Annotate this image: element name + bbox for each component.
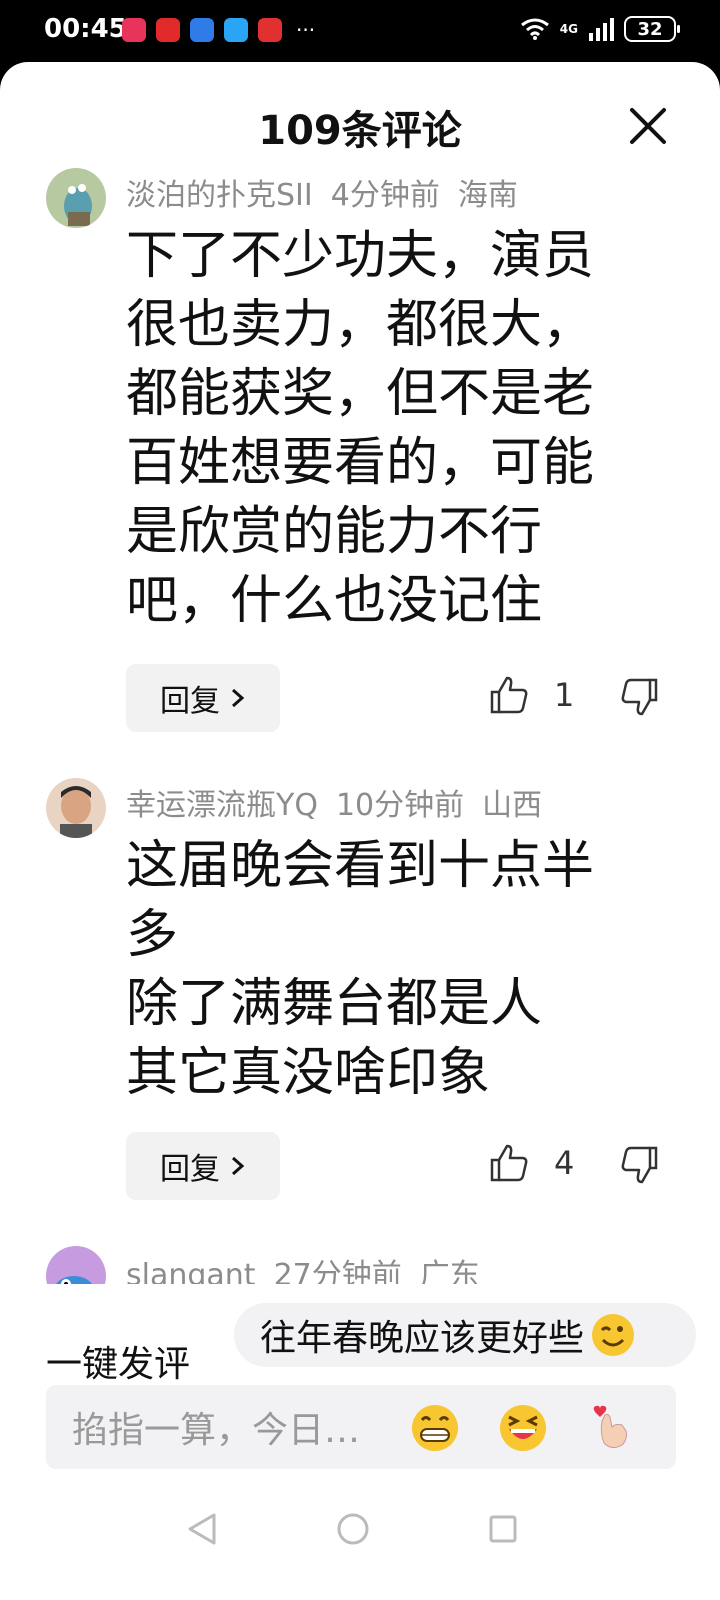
reply-button[interactable]: 回复: [126, 1132, 280, 1200]
battery-icon: 32: [624, 16, 680, 42]
reply-label: 回复: [160, 1152, 220, 1187]
quick-comment-text: 往年春晚应该更好些: [260, 1318, 585, 1359]
avatar[interactable]: [46, 778, 106, 838]
reply-button[interactable]: 回复: [126, 664, 280, 732]
thumbs-up-icon: [490, 1144, 528, 1182]
status-time: 00:45: [44, 14, 127, 44]
status-app-icons: ···: [122, 18, 315, 42]
thumbs-down-icon[interactable]: [612, 672, 660, 720]
battery-level: 32: [637, 18, 663, 40]
status-more-icon: ···: [296, 18, 316, 42]
comment-meta: 淡泊的扑克SII 4分钟前 海南: [126, 170, 536, 214]
thumbs-up-icon: [490, 676, 528, 714]
home-icon[interactable]: [336, 1512, 370, 1546]
avatar[interactable]: [46, 168, 106, 228]
like-count: 1: [554, 676, 575, 714]
comment-text: 这届晚会看到十点半 多 除了满舞台都是人 其它真没啥印象: [126, 836, 595, 1103]
quick-comment-label: 一键发评: [46, 1344, 191, 1385]
comment-meta: 幸运漂流瓶YQ 10分钟前 山西: [126, 780, 560, 824]
like-button[interactable]: 1: [488, 674, 574, 716]
comment-username[interactable]: 淡泊的扑克SII: [126, 178, 313, 213]
navigation-bar: [0, 1500, 720, 1600]
close-icon[interactable]: [626, 104, 670, 148]
notification-app-icon: [258, 18, 282, 42]
signal-icon: [589, 18, 614, 41]
like-button[interactable]: 4: [488, 1142, 574, 1184]
chevron-right-icon: [232, 688, 245, 708]
comment-text: 下了不少功夫，演员 很也卖力，都很大， 都能获奖，但不是老 百姓想要看的，可能 …: [126, 226, 595, 631]
comment-location: 山西: [482, 788, 543, 823]
sheet-title: 109条评论: [258, 108, 462, 154]
status-bar: 00:45 ··· 4G 32: [0, 0, 720, 64]
notification-app-icon: [190, 18, 214, 42]
notification-app-icon: [122, 18, 146, 42]
notification-app-icon: [224, 18, 248, 42]
chevron-right-icon: [232, 1156, 245, 1176]
back-icon[interactable]: [186, 1512, 218, 1546]
comment-input-placeholder: 掐指一算，今日…: [72, 1410, 361, 1451]
network-type: 4G: [559, 22, 578, 36]
grinning-face-icon[interactable]: [410, 1403, 460, 1453]
laughing-face-icon[interactable]: [498, 1403, 548, 1453]
recents-icon[interactable]: [488, 1514, 518, 1544]
comment-time: 10分钟前: [335, 788, 465, 823]
reply-label: 回复: [160, 684, 220, 719]
status-right: 4G 32: [520, 16, 680, 42]
finger-heart-icon[interactable]: [586, 1403, 636, 1453]
comment-username[interactable]: 幸运漂流瓶YQ: [126, 788, 318, 823]
wifi-icon: [520, 18, 549, 40]
like-count: 4: [554, 1144, 575, 1182]
comment-time: 4分钟前: [330, 178, 440, 213]
notification-app-icon: [156, 18, 180, 42]
comment-input[interactable]: 掐指一算，今日…: [46, 1385, 676, 1469]
comment-location: 海南: [457, 178, 518, 213]
quick-comment-chip[interactable]: 往年春晚应该更好些: [234, 1303, 696, 1367]
thumbs-down-icon[interactable]: [612, 1140, 660, 1188]
winking-face-icon: [592, 1314, 635, 1356]
